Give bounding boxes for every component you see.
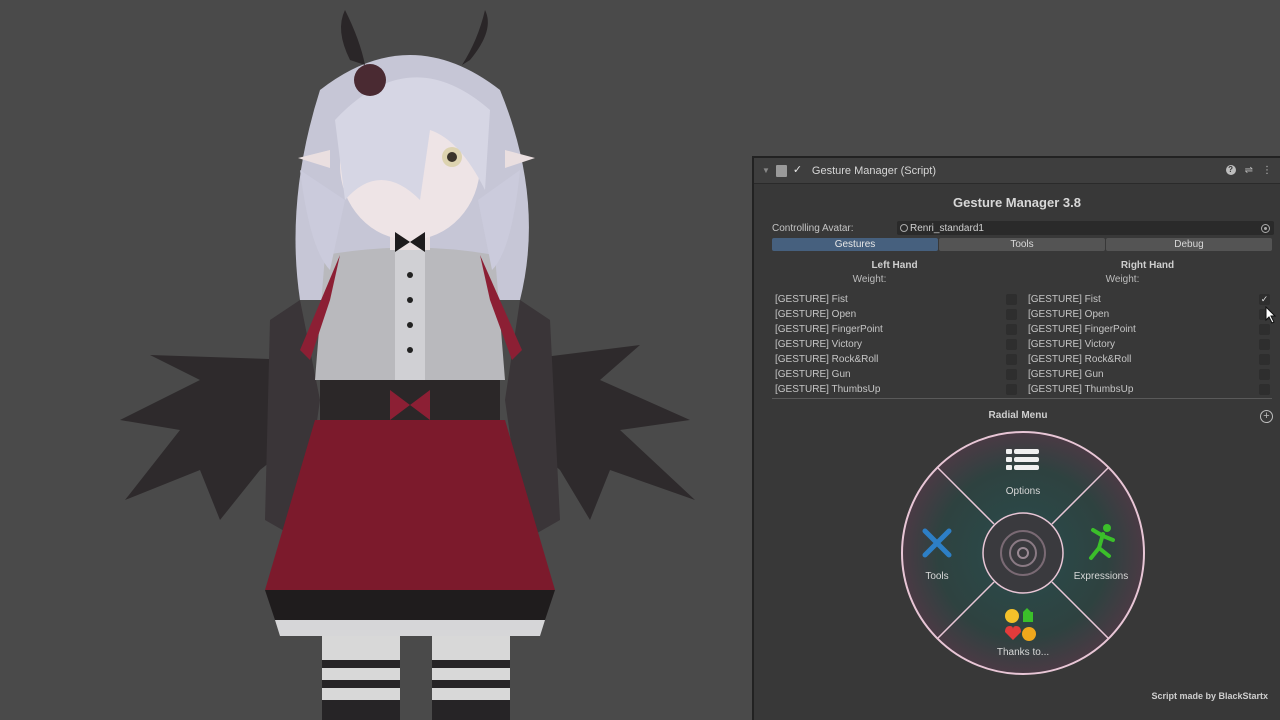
component-enabled-checkbox[interactable]: ✓ <box>793 165 804 176</box>
gesture-row[interactable]: [GESTURE] Victory <box>1025 337 1270 352</box>
right-gesture-checkbox[interactable]: ✓ <box>1259 294 1270 305</box>
gesture-row[interactable]: [GESTURE] Fist <box>772 292 1017 307</box>
right-hand-title: Right Hand <box>1120 260 1175 271</box>
gesture-row[interactable]: [GESTURE] Gun <box>772 367 1017 382</box>
left-gesture-label: [GESTURE] Rock&Roll <box>775 354 879 365</box>
radial-label-thanks: Thanks to... <box>997 647 1049 658</box>
left-hand-column: Left Hand Weight: [GESTURE] Fist [GESTURE… <box>772 260 1017 397</box>
left-gesture-label: [GESTURE] Open <box>775 309 857 320</box>
component-title: Gesture Manager (Script) <box>811 164 937 177</box>
radial-label-options: Options <box>1006 486 1040 497</box>
gesture-row[interactable]: [GESTURE] Gun <box>1025 367 1270 382</box>
left-gesture-checkbox[interactable] <box>1006 384 1017 395</box>
left-gesture-checkbox[interactable] <box>1006 354 1017 365</box>
right-gesture-checkbox[interactable] <box>1259 339 1270 350</box>
left-gesture-checkbox[interactable] <box>1006 294 1017 305</box>
gesture-row[interactable]: [GESTURE] Open <box>772 307 1017 322</box>
gesture-row[interactable]: [GESTURE] Open <box>1025 307 1270 322</box>
radial-menu-title: Radial Menu <box>988 410 1048 421</box>
scene-viewport[interactable] <box>0 0 752 720</box>
tab-bar: Gestures Tools Debug <box>772 238 1272 251</box>
right-gesture-checkbox[interactable] <box>1259 354 1270 365</box>
right-gesture-checkbox[interactable] <box>1259 384 1270 395</box>
gesture-row[interactable]: [GESTURE] Rock&Roll <box>1025 352 1270 367</box>
right-gesture-label: [GESTURE] Gun <box>1028 369 1104 380</box>
divider <box>772 398 1272 399</box>
controlling-avatar-field[interactable]: Renri_standard1 <box>897 221 1274 235</box>
right-gesture-checkbox[interactable] <box>1259 324 1270 335</box>
left-hand-weight-label: Weight: <box>852 274 887 285</box>
left-hand-title: Left Hand <box>871 260 918 271</box>
inspector-panel: ▼ ✓ Gesture Manager (Script) ? ⇌ ⋮ Gestu… <box>752 156 1280 720</box>
left-gesture-checkbox[interactable] <box>1006 339 1017 350</box>
list-icon <box>1006 449 1039 470</box>
gesture-row[interactable]: [GESTURE] Victory <box>772 337 1017 352</box>
preset-icon[interactable]: ⇌ <box>1245 165 1253 176</box>
credit-text: Script made by BlackStartx <box>1151 691 1268 701</box>
avatar-model <box>120 10 695 720</box>
right-gesture-label: [GESTURE] Open <box>1028 309 1110 320</box>
left-gesture-label: [GESTURE] Fist <box>775 294 848 305</box>
gesture-row[interactable]: [GESTURE] FingerPoint <box>772 322 1017 337</box>
mouse-cursor-icon <box>1265 306 1277 324</box>
component-header[interactable]: ▼ ✓ Gesture Manager (Script) ? ⇌ ⋮ <box>754 158 1280 184</box>
controlling-avatar-row: Controlling Avatar: Renri_standard1 <box>772 221 1274 235</box>
left-gesture-checkbox[interactable] <box>1006 324 1017 335</box>
left-gesture-checkbox[interactable] <box>1006 309 1017 320</box>
controlling-avatar-value: Renri_standard1 <box>910 222 984 234</box>
radial-menu[interactable]: Options Tools Expressions Thanks to... <box>899 428 1149 678</box>
left-gesture-list: [GESTURE] Fist [GESTURE] Open [GESTURE] Fi… <box>772 292 1017 397</box>
left-gesture-label: [GESTURE] FingerPoint <box>775 324 883 335</box>
tab-tools[interactable]: Tools <box>939 238 1105 251</box>
right-gesture-label: [GESTURE] ThumbsUp <box>1028 384 1134 395</box>
left-gesture-checkbox[interactable] <box>1006 369 1017 380</box>
add-icon[interactable]: + <box>1260 410 1273 423</box>
left-gesture-label: [GESTURE] ThumbsUp <box>775 384 881 395</box>
left-gesture-label: [GESTURE] Victory <box>775 339 863 350</box>
gameobject-icon <box>900 224 908 232</box>
script-icon <box>775 164 787 177</box>
help-icon[interactable]: ? <box>1225 165 1236 175</box>
right-gesture-label: [GESTURE] Rock&Roll <box>1028 354 1132 365</box>
radial-center[interactable] <box>982 512 1064 594</box>
object-picker-icon[interactable] <box>1261 223 1270 233</box>
radial-label-tools: Tools <box>925 571 948 582</box>
right-gesture-label: [GESTURE] FingerPoint <box>1028 324 1136 335</box>
right-hand-column: Right Hand Weight: [GESTURE] Fist ✓ [GESTU… <box>1025 260 1270 397</box>
right-hand-weight-label: Weight: <box>1105 274 1140 285</box>
tab-gestures[interactable]: Gestures <box>772 238 938 251</box>
gesture-row[interactable]: [GESTURE] FingerPoint <box>1025 322 1270 337</box>
right-gesture-list: [GESTURE] Fist ✓ [GESTURE] Open [GESTURE] F… <box>1025 292 1270 397</box>
foldout-arrow-icon[interactable]: ▼ <box>762 166 770 175</box>
gesture-row[interactable]: [GESTURE] Rock&Roll <box>772 352 1017 367</box>
controlling-avatar-label: Controlling Avatar: <box>772 222 854 234</box>
gesture-row[interactable]: [GESTURE] Fist ✓ <box>1025 292 1270 307</box>
kebab-menu-icon[interactable]: ⋮ <box>1262 165 1272 176</box>
radial-label-expressions: Expressions <box>1074 571 1128 582</box>
right-gesture-label: [GESTURE] Fist <box>1028 294 1101 305</box>
tab-debug[interactable]: Debug <box>1106 238 1272 251</box>
left-gesture-label: [GESTURE] Gun <box>775 369 851 380</box>
gesture-row[interactable]: [GESTURE] ThumbsUp <box>1025 382 1270 397</box>
gesture-row[interactable]: [GESTURE] ThumbsUp <box>772 382 1017 397</box>
right-gesture-label: [GESTURE] Victory <box>1028 339 1116 350</box>
right-gesture-checkbox[interactable] <box>1259 369 1270 380</box>
page-title: Gesture Manager 3.8 <box>953 195 1081 210</box>
